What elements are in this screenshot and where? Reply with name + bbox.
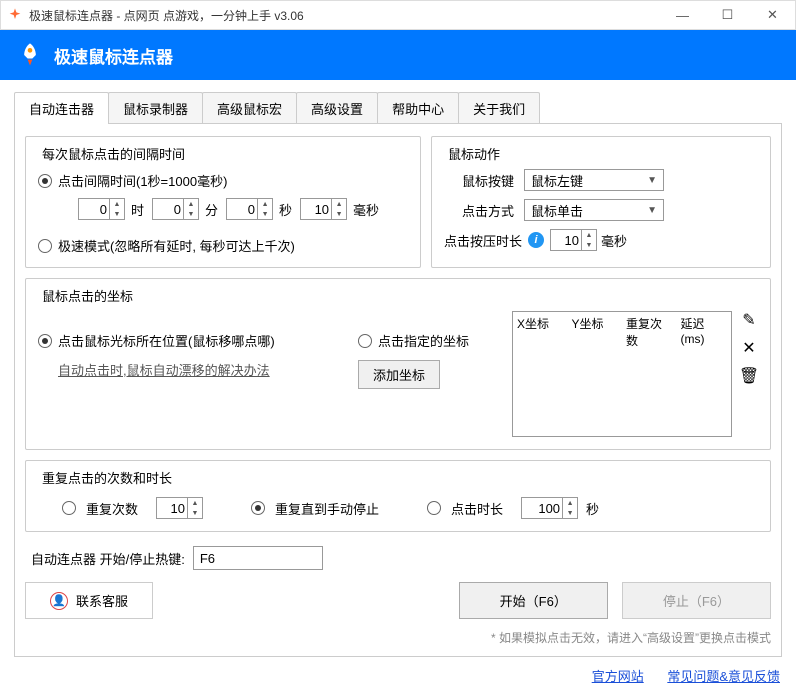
radio-repeat-until-stop[interactable] xyxy=(251,501,265,515)
app-icon xyxy=(7,7,23,23)
tab-auto-clicker[interactable]: 自动连击器 xyxy=(14,92,109,124)
app-header: 极速鼠标连点器 xyxy=(0,30,796,80)
radio-fast-mode[interactable] xyxy=(38,239,52,253)
radio-fixed-coords[interactable] xyxy=(358,334,372,348)
bottom-links: 官方网站 常见问题&意见反馈 xyxy=(0,658,796,693)
faq-feedback-link[interactable]: 常见问题&意见反馈 xyxy=(667,669,780,684)
minutes-spinner[interactable]: ▲▼ xyxy=(152,198,199,220)
radio-interval-label: 点击间隔时间(1秒=1000毫秒) xyxy=(58,171,227,190)
coords-legend: 鼠标点击的坐标 xyxy=(38,286,137,305)
window-titlebar: 极速鼠标连点器 - 点网页 点游戏，一分钟上手 v3.06 — ☐ ✕ xyxy=(0,0,796,30)
press-duration-spinner[interactable]: ▲▼ xyxy=(550,229,597,251)
stop-button: 停止（F6） xyxy=(622,582,771,619)
tab-macro[interactable]: 高级鼠标宏 xyxy=(202,92,297,124)
remove-icon[interactable]: ✕ xyxy=(740,339,758,357)
mouse-button-select[interactable]: 鼠标左键▼ xyxy=(524,169,664,191)
radio-repeat-duration[interactable] xyxy=(427,501,441,515)
chevron-down-icon: ▼ xyxy=(647,175,657,186)
footer-note: * 如果模拟点击无效，请进入“高级设置”更换点击模式 xyxy=(25,629,771,646)
seconds-input[interactable] xyxy=(227,202,257,217)
seconds-spinner[interactable]: ▲▼ xyxy=(226,198,273,220)
click-mode-select[interactable]: 鼠标单击▼ xyxy=(524,199,664,221)
repeat-count-spinner[interactable]: ▲▼ xyxy=(156,497,203,519)
ms-input[interactable] xyxy=(301,202,331,217)
interval-fieldset: 每次鼠标点击的间隔时间 点击间隔时间(1秒=1000毫秒) ▲▼ 时 ▲▼ 分 … xyxy=(25,136,421,268)
tab-about[interactable]: 关于我们 xyxy=(458,92,540,124)
ms-spinner[interactable]: ▲▼ xyxy=(300,198,347,220)
coord-table[interactable]: X坐标 Y坐标 重复次数 延迟(ms) xyxy=(512,311,732,437)
hotkey-label: 自动连点器 开始/停止热键: xyxy=(31,549,185,568)
duration-spinner[interactable]: ▲▼ xyxy=(521,497,578,519)
rocket-icon xyxy=(16,41,44,69)
info-icon[interactable]: i xyxy=(528,232,544,248)
hotkey-input[interactable] xyxy=(193,546,323,570)
coord-table-header: X坐标 Y坐标 重复次数 延迟(ms) xyxy=(513,312,731,352)
coords-fieldset: 鼠标点击的坐标 点击鼠标光标所在位置(鼠标移哪点哪) 自动点击时,鼠标自动漂移的… xyxy=(25,278,771,450)
close-button[interactable]: ✕ xyxy=(750,1,795,29)
hours-spinner[interactable]: ▲▼ xyxy=(78,198,125,220)
tab-help[interactable]: 帮助中心 xyxy=(377,92,459,124)
mouse-action-fieldset: 鼠标动作 鼠标按键 鼠标左键▼ 点击方式 鼠标单击▼ 点击按压时长 i ▲▼ 毫… xyxy=(431,136,771,268)
tab-recorder[interactable]: 鼠标录制器 xyxy=(108,92,203,124)
chevron-down-icon: ▼ xyxy=(647,205,657,216)
contact-support-button[interactable]: 👤 联系客服 xyxy=(25,582,153,619)
minutes-input[interactable] xyxy=(153,202,183,217)
radio-fast-label: 极速模式(忽略所有延时, 每秒可达上千次) xyxy=(58,236,295,255)
repeat-fieldset: 重复点击的次数和时长 重复次数 ▲▼ 重复直到手动停止 点击时长 ▲▼ 秒 xyxy=(25,460,771,532)
interval-legend: 每次鼠标点击的间隔时间 xyxy=(38,144,189,163)
press-duration-input[interactable] xyxy=(551,233,581,248)
hours-input[interactable] xyxy=(79,202,109,217)
duration-input[interactable] xyxy=(522,501,562,516)
drift-help-link[interactable]: 自动点击时,鼠标自动漂移的解决办法 xyxy=(58,360,270,379)
tab-bar: 自动连击器 鼠标录制器 高级鼠标宏 高级设置 帮助中心 关于我们 xyxy=(0,92,796,124)
radio-interval-mode[interactable] xyxy=(38,174,52,188)
radio-fixed-label: 点击指定的坐标 xyxy=(378,331,469,350)
header-title: 极速鼠标连点器 xyxy=(54,43,173,68)
main-panel: 每次鼠标点击的间隔时间 点击间隔时间(1秒=1000毫秒) ▲▼ 时 ▲▼ 分 … xyxy=(14,123,782,657)
start-button[interactable]: 开始（F6） xyxy=(459,582,608,619)
repeat-count-input[interactable] xyxy=(157,501,187,516)
repeat-legend: 重复点击的次数和时长 xyxy=(38,468,176,487)
radio-cursor-label: 点击鼠标光标所在位置(鼠标移哪点哪) xyxy=(58,331,275,350)
window-title: 极速鼠标连点器 - 点网页 点游戏，一分钟上手 v3.06 xyxy=(29,7,660,24)
minimize-button[interactable]: — xyxy=(660,1,705,29)
maximize-button[interactable]: ☐ xyxy=(705,1,750,29)
official-site-link[interactable]: 官方网站 xyxy=(592,669,644,684)
delete-icon[interactable]: 🗑 xyxy=(740,367,758,385)
person-icon: 👤 xyxy=(50,592,68,610)
add-coord-button[interactable]: 添加坐标 xyxy=(358,360,440,389)
radio-cursor-position[interactable] xyxy=(38,334,52,348)
radio-repeat-count[interactable] xyxy=(62,501,76,515)
edit-icon[interactable]: ✎ xyxy=(740,311,758,329)
mouse-action-legend: 鼠标动作 xyxy=(444,144,504,163)
tab-advanced[interactable]: 高级设置 xyxy=(296,92,378,124)
